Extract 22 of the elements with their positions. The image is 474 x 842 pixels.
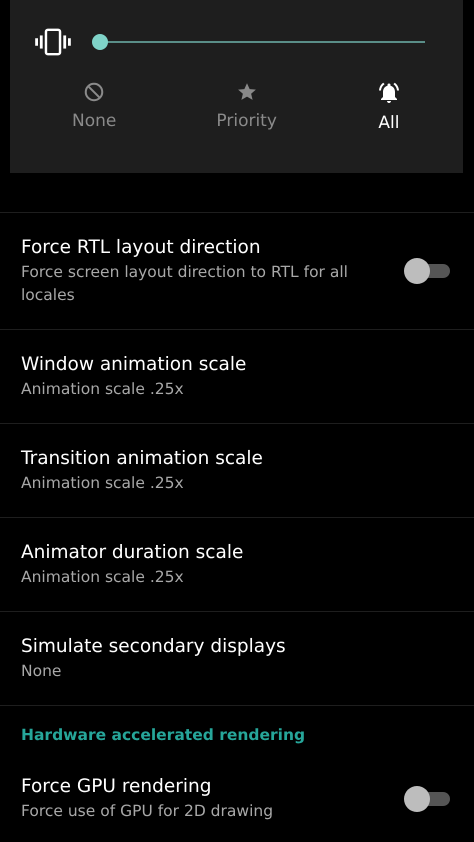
toggle-switch[interactable] (404, 256, 452, 286)
setting-summary: Animation scale .25x (21, 567, 185, 588)
toggle-switch[interactable] (404, 784, 452, 814)
mode-tab[interactable]: All (356, 81, 421, 133)
setting-summary: Animation scale .25x (21, 379, 185, 400)
slider-thumb[interactable] (92, 34, 108, 50)
setting-title[interactable]: Transition animation scale (21, 446, 452, 472)
setting-summary: None (21, 661, 62, 682)
mode-tab[interactable]: Priority (196, 81, 297, 133)
setting-title[interactable]: Force RTL layout direction (21, 235, 388, 261)
setting-summary: Force use of GPU for 2D drawing (21, 801, 274, 822)
section-header: Hardware accelerated rendering (20, 725, 306, 746)
setting-title[interactable]: Animator duration scale (21, 540, 452, 566)
mode-tab[interactable]: None (52, 81, 136, 133)
vibrate-icon[interactable] (34, 27, 72, 57)
setting-title[interactable]: Simulate secondary displays (21, 634, 452, 660)
setting-summary: Animation scale .25x (21, 473, 185, 494)
setting-summary: Force screen layout direction to RTL for all locales (21, 262, 349, 306)
setting-title[interactable]: Window animation scale (21, 352, 452, 378)
setting-title[interactable]: Force GPU rendering (21, 774, 388, 800)
bell-icon (376, 81, 401, 105)
block-icon (83, 81, 106, 103)
